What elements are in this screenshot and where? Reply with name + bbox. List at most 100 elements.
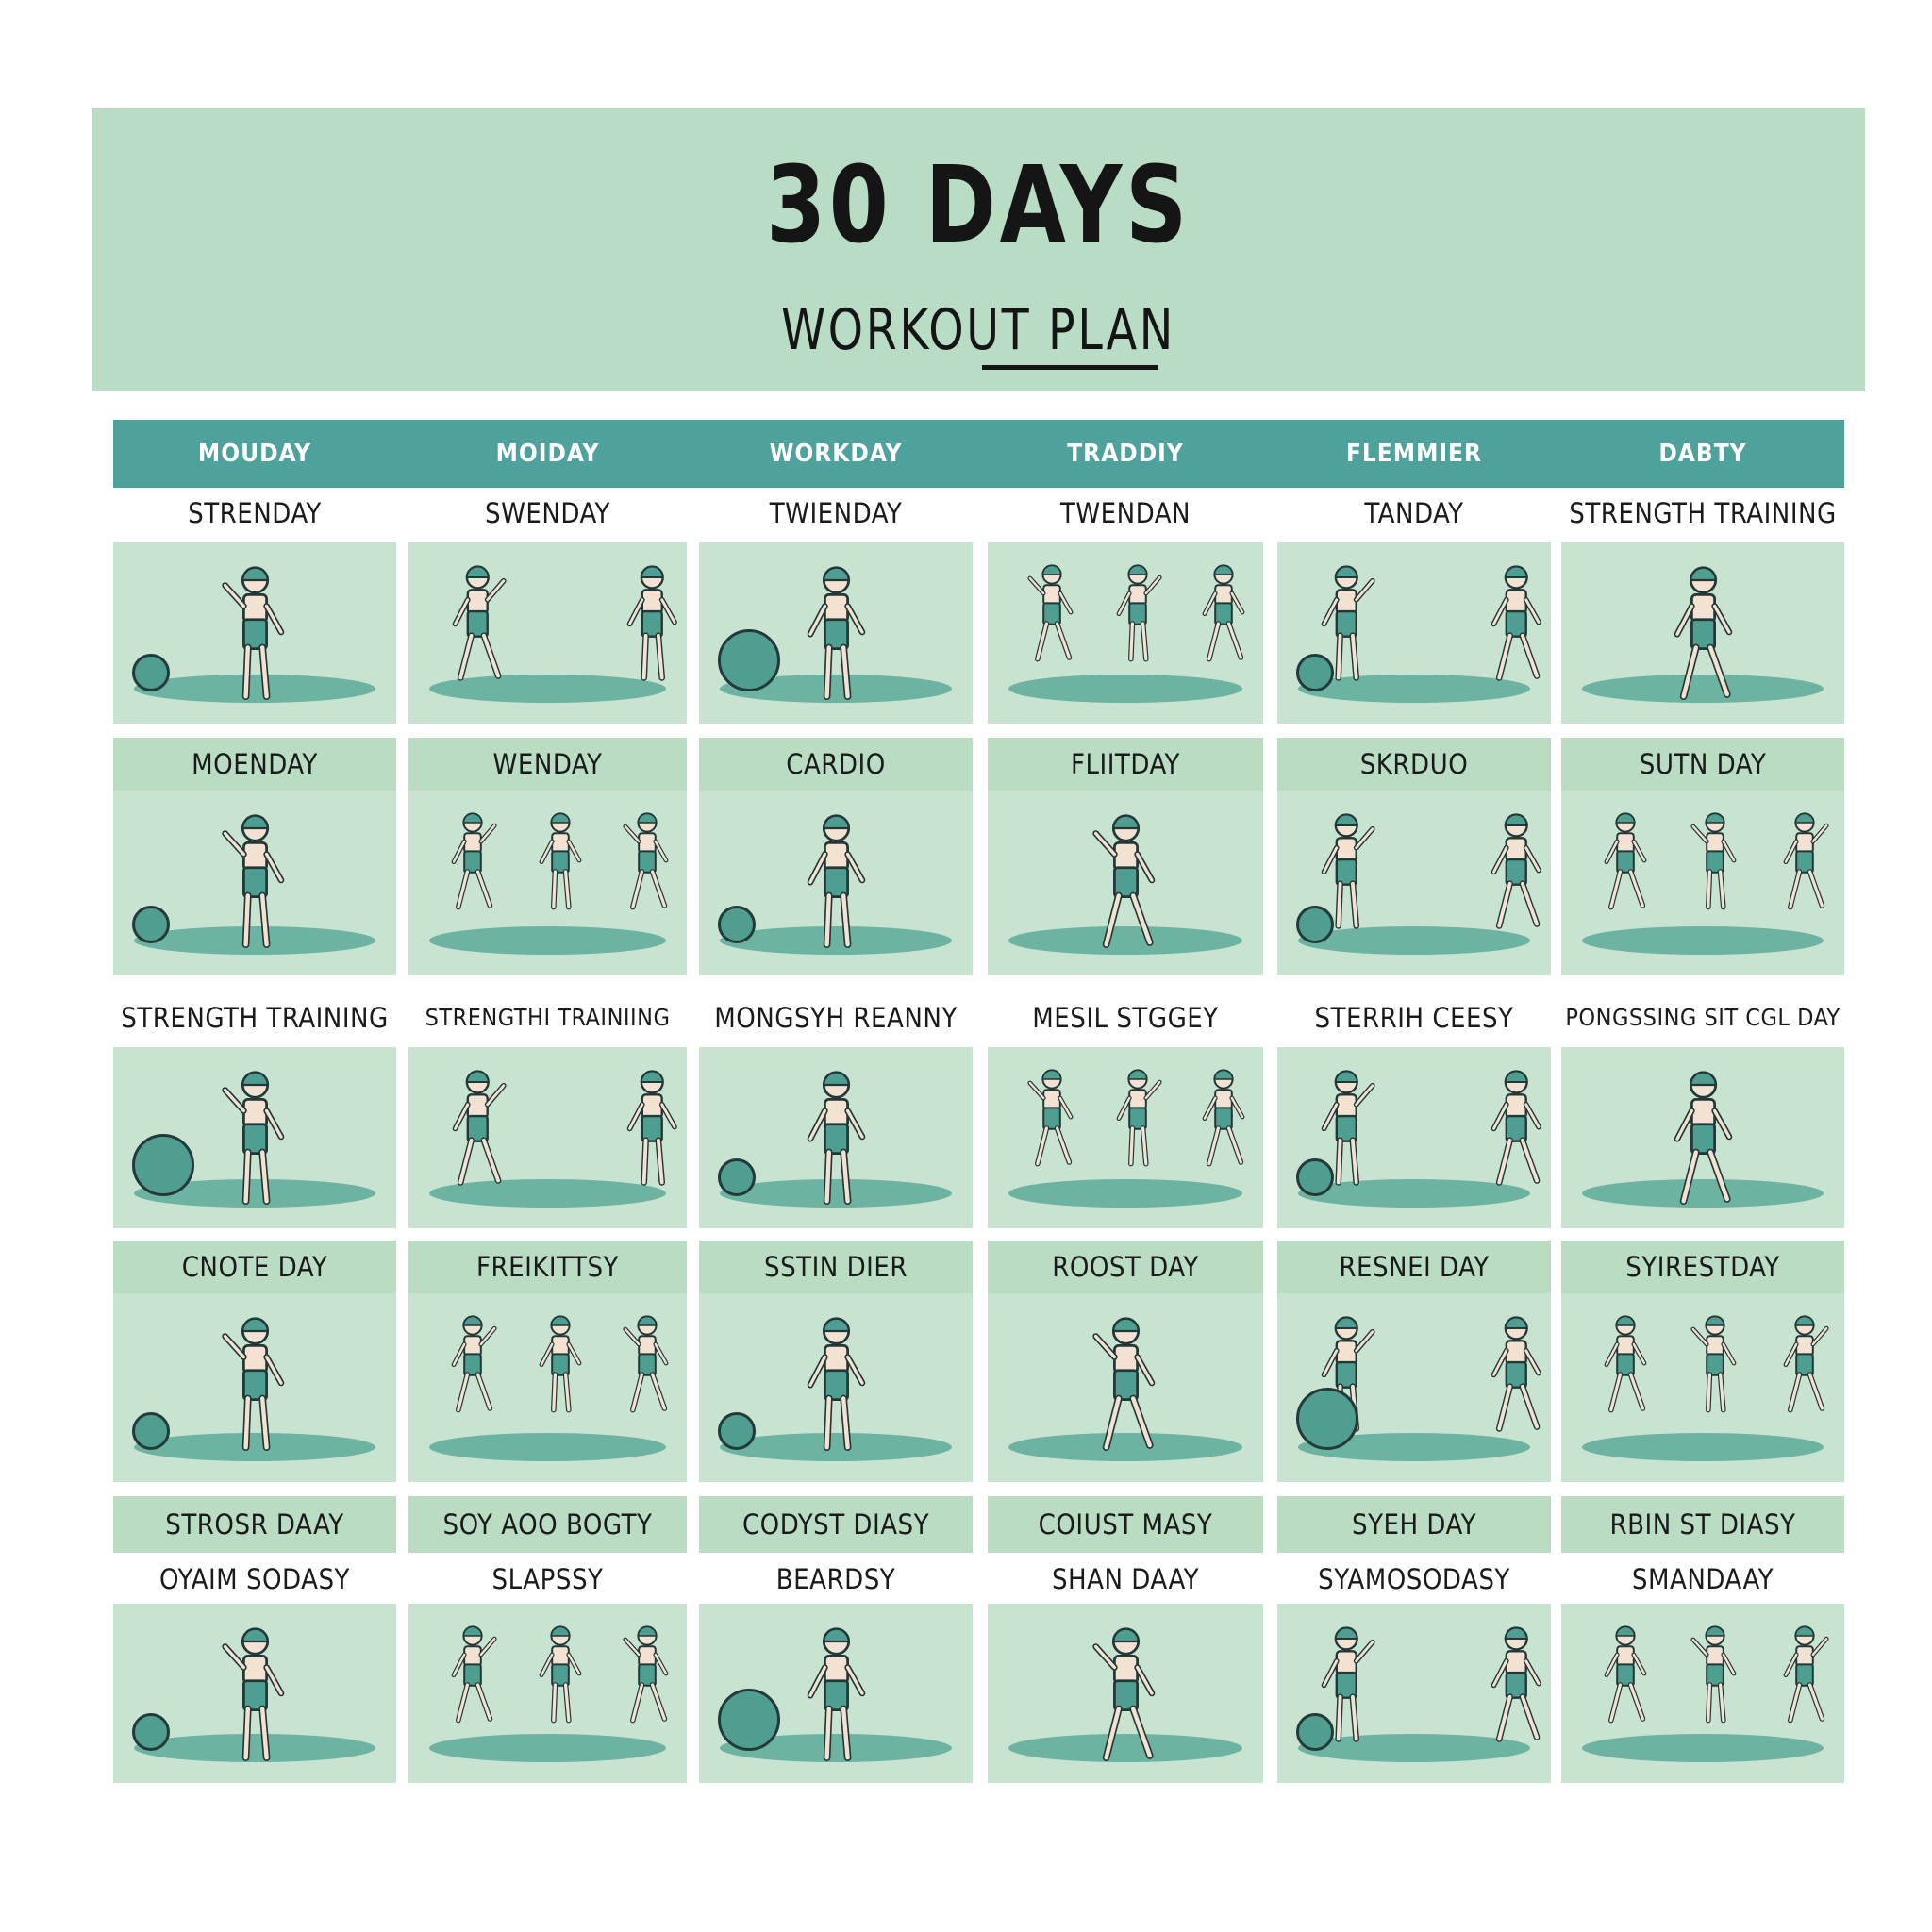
day-label: MOENDAY	[192, 748, 318, 780]
exercise-tile	[113, 1604, 396, 1783]
exercise-figure-icon	[539, 1315, 581, 1413]
exercise-tile	[1561, 1604, 1844, 1783]
exercise-tile	[699, 1293, 973, 1482]
exercise-figure-icon	[623, 1625, 669, 1724]
day-label: ROOST DAY	[1052, 1251, 1199, 1283]
exercise-figure-icon	[1690, 1315, 1737, 1413]
exercise-figure-icon	[626, 1070, 677, 1186]
medicine-ball-icon	[1296, 1388, 1358, 1450]
header-day-3: WORKDAY	[769, 440, 903, 468]
header-day-6: DABTY	[1658, 440, 1747, 468]
day-label: FREIKITTSY	[476, 1251, 619, 1283]
day-label: CODYST DIASY	[741, 1508, 930, 1541]
day-label: STRENGTH TRAINING	[121, 1002, 389, 1034]
exercise-figure-icon	[623, 1315, 669, 1413]
subtitle-underline	[982, 365, 1158, 370]
exercise-figure-icon	[626, 565, 677, 681]
exercise-figure-icon	[807, 1317, 866, 1452]
day-label: CARDIO	[786, 748, 886, 780]
exercise-tile	[988, 1047, 1263, 1228]
exercise-figure-icon	[1116, 564, 1162, 662]
exercise-figure-icon	[1202, 1069, 1245, 1167]
exercise-tile	[1561, 1047, 1844, 1228]
exercise-tile	[1277, 791, 1551, 975]
exercise-tile	[699, 791, 973, 975]
day-label: SSTIN DIER	[764, 1251, 908, 1283]
exercise-figure-icon	[1202, 564, 1245, 662]
exercise-figure-icon	[807, 566, 866, 701]
header-day-5: FLEMMIER	[1345, 440, 1483, 468]
medicine-ball-icon	[132, 1412, 170, 1450]
day-label: STROSR DAAY	[165, 1508, 344, 1541]
day-label: RESNEI DAY	[1339, 1251, 1490, 1283]
exercise-figure-icon	[451, 812, 497, 910]
exercise-figure-icon	[222, 1627, 285, 1762]
day-label: SWENDAY	[485, 497, 610, 529]
day-label: SMANDAAY	[1631, 1563, 1774, 1595]
exercise-figure-icon	[1491, 1626, 1541, 1742]
floor-shadow	[1008, 675, 1242, 703]
exercise-figure-icon	[451, 1315, 497, 1413]
medicine-ball-icon	[718, 1689, 780, 1751]
day-label: STRENDAY	[188, 497, 322, 529]
day-label: COIUST MASY	[1038, 1508, 1213, 1541]
exercise-tile	[113, 542, 396, 724]
medicine-ball-icon	[718, 1158, 756, 1196]
day-label: MONGSYH REANNY	[714, 1002, 958, 1034]
exercise-figure-icon	[1604, 812, 1647, 910]
floor-shadow	[1582, 1734, 1824, 1762]
day-label: TANDAY	[1364, 497, 1464, 529]
exercise-figure-icon	[222, 1317, 285, 1452]
exercise-tile	[1277, 1293, 1551, 1482]
exercise-tile	[113, 1293, 396, 1482]
header-day-2: MOIDAY	[495, 440, 600, 468]
floor-shadow	[1582, 1433, 1824, 1461]
day-label: STRENGTHI TRAINIING	[425, 1004, 671, 1031]
medicine-ball-icon	[718, 1412, 756, 1450]
exercise-figure-icon	[1604, 1315, 1647, 1413]
medicine-ball-icon	[1296, 1713, 1334, 1751]
day-label: WENDAY	[492, 748, 603, 780]
exercise-figure-icon	[1491, 565, 1541, 681]
day-label: FLIITDAY	[1071, 748, 1180, 780]
header-day-4: TRADDIY	[1067, 440, 1184, 468]
exercise-tile	[408, 542, 687, 724]
exercise-tile	[113, 791, 396, 975]
day-label: SYAMOSODASY	[1318, 1563, 1510, 1595]
exercise-tile	[988, 1604, 1263, 1783]
floor-shadow	[1008, 1179, 1242, 1208]
exercise-figure-icon	[1783, 1315, 1829, 1413]
day-label: STRENGTH TRAINING	[1569, 497, 1837, 529]
exercise-figure-icon	[1604, 1625, 1647, 1724]
exercise-tile	[1277, 1047, 1551, 1228]
exercise-tile	[1561, 542, 1844, 724]
exercise-tile	[113, 1047, 396, 1228]
day-label: CNOTE DAY	[181, 1251, 328, 1283]
exercise-figure-icon	[1491, 1070, 1541, 1186]
exercise-tile	[408, 1293, 687, 1482]
medicine-ball-icon	[132, 906, 170, 943]
exercise-figure-icon	[623, 812, 669, 910]
exercise-figure-icon	[1783, 1625, 1829, 1724]
day-label: SKRDUO	[1359, 748, 1469, 780]
exercise-figure-icon	[1491, 813, 1541, 929]
exercise-figure-icon	[1116, 1069, 1162, 1167]
exercise-figure-icon	[1674, 566, 1733, 701]
exercise-figure-icon	[539, 812, 581, 910]
medicine-ball-icon	[132, 1134, 194, 1196]
exercise-figure-icon	[1783, 812, 1829, 910]
title-banner: 30 DAYS WORKOUT PLAN	[92, 108, 1865, 391]
exercise-figure-icon	[1690, 812, 1737, 910]
exercise-tile	[699, 542, 973, 724]
medicine-ball-icon	[132, 654, 170, 691]
exercise-figure-icon	[222, 1071, 285, 1206]
exercise-figure-icon	[1027, 564, 1074, 662]
day-label: TWIENDAY	[769, 497, 903, 529]
floor-shadow	[429, 1433, 666, 1461]
exercise-figure-icon	[1674, 1071, 1733, 1206]
exercise-figure-icon	[1690, 1625, 1737, 1724]
exercise-tile	[408, 1604, 687, 1783]
exercise-figure-icon	[452, 1070, 507, 1186]
floor-shadow	[1582, 926, 1824, 955]
exercise-figure-icon	[452, 565, 507, 681]
